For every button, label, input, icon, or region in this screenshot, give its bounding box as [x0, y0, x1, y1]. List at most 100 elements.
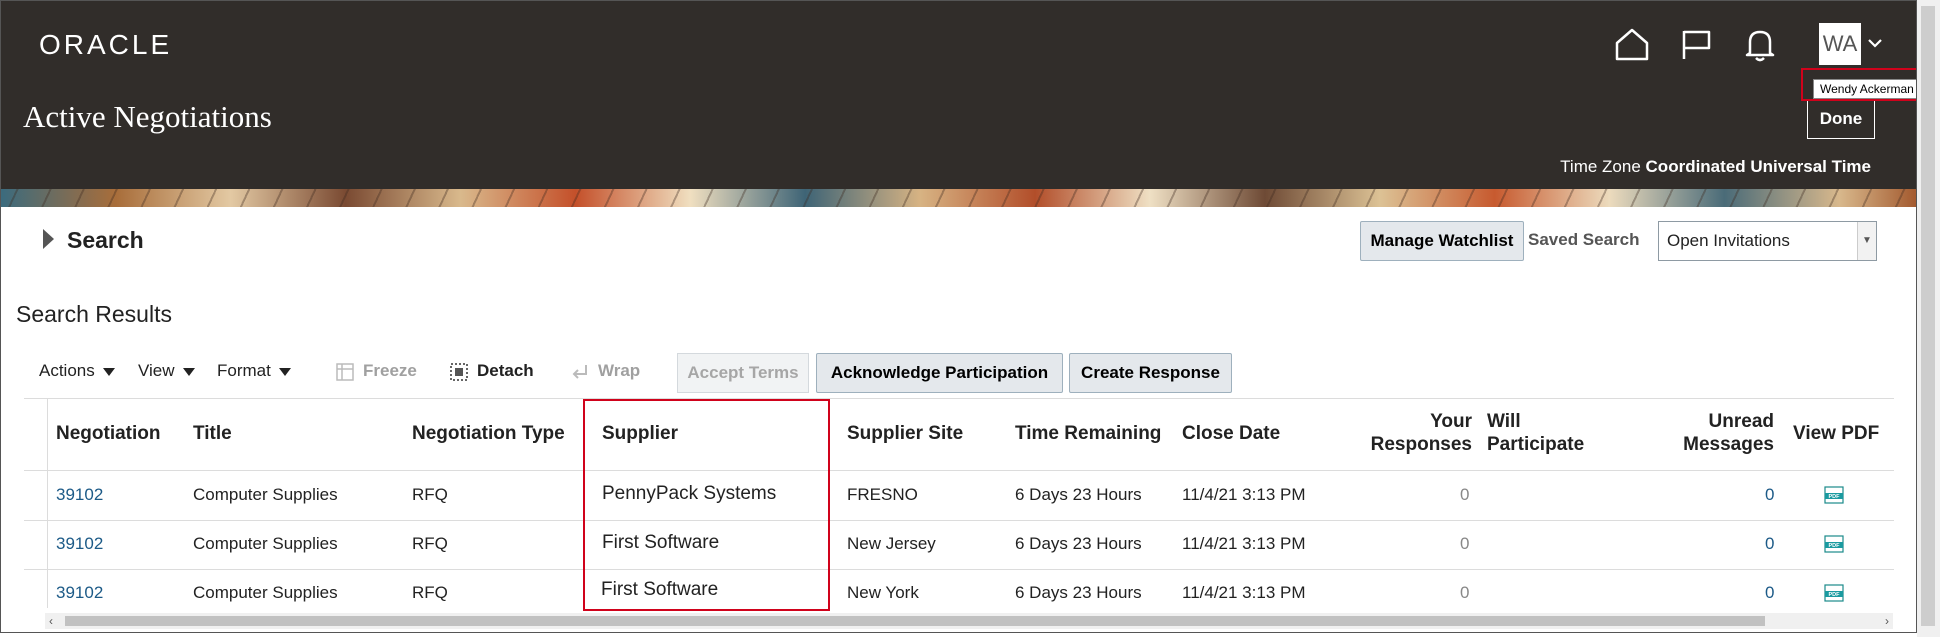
page-title: Active Negotiations — [23, 99, 272, 134]
cell-type: RFQ — [412, 485, 448, 504]
column-header-negotiation[interactable]: Negotiation — [56, 422, 161, 445]
cell-your-responses: 0 — [1460, 534, 1470, 553]
header-line: Responses — [1370, 434, 1472, 455]
column-header-title[interactable]: Title — [193, 422, 232, 445]
saved-search-select[interactable]: Open Invitations ▼ — [1658, 221, 1877, 261]
table-left-divider — [47, 398, 48, 608]
accept-terms-button[interactable]: Accept Terms — [677, 353, 809, 393]
header-line: Unread — [1708, 411, 1774, 432]
cell-your-responses: 0 — [1460, 485, 1470, 504]
cell-title: Computer Supplies — [193, 485, 338, 504]
view-label: View — [138, 361, 175, 380]
decorative-banner — [1, 189, 1916, 207]
column-header-unread-messages[interactable]: Unread Messages — [1611, 410, 1774, 456]
svg-text:PDF: PDF — [1829, 592, 1841, 598]
caret-down-icon — [182, 367, 195, 376]
oracle-logo[interactable]: ORACLE — [39, 29, 172, 61]
cell-close-date: 11/4/21 3:13 PM — [1182, 583, 1306, 602]
flag-icon[interactable] — [1675, 23, 1717, 65]
cell-supplier-site: FRESNO — [847, 485, 918, 504]
detach-icon — [450, 362, 468, 381]
cell-type: RFQ — [412, 534, 448, 553]
cell-supplier-site: New Jersey — [847, 534, 936, 553]
format-menu[interactable]: Format — [217, 361, 291, 381]
cell-title: Computer Supplies — [193, 583, 338, 602]
detach-label: Detach — [477, 361, 534, 380]
search-section-title[interactable]: Search — [67, 227, 144, 254]
pdf-icon[interactable]: PDF — [1824, 535, 1844, 553]
scroll-right-icon[interactable]: › — [1885, 613, 1889, 629]
row-divider — [24, 520, 1894, 521]
done-button[interactable]: Done — [1807, 99, 1875, 139]
pdf-icon[interactable]: PDF — [1824, 584, 1844, 602]
row-divider — [24, 569, 1894, 570]
global-header: ORACLE WA Active Negotiations Done Time … — [1, 1, 1916, 189]
timezone-display: Time Zone Coordinated Universal Time — [1560, 157, 1871, 177]
column-header-your-responses[interactable]: Your Responses — [1331, 410, 1472, 456]
freeze-button[interactable]: Freeze — [335, 361, 417, 382]
table-header-divider — [24, 470, 1894, 471]
svg-text:PDF: PDF — [1829, 543, 1841, 549]
header-line: Will — [1487, 411, 1521, 432]
unread-messages-link[interactable]: 0 — [1765, 583, 1774, 603]
cell-time-remaining: 6 Days 23 Hours — [1015, 534, 1142, 553]
unread-messages-link[interactable]: 0 — [1765, 534, 1774, 554]
cell-time-remaining: 6 Days 23 Hours — [1015, 583, 1142, 602]
cell-time-remaining: 6 Days 23 Hours — [1015, 485, 1142, 504]
timezone-value: Coordinated Universal Time — [1645, 157, 1871, 176]
caret-down-icon — [102, 367, 115, 376]
scrollbar-thumb[interactable] — [1921, 6, 1935, 626]
manage-watchlist-button[interactable]: Manage Watchlist — [1360, 221, 1524, 261]
home-icon[interactable] — [1611, 23, 1653, 65]
expand-triangle-icon[interactable] — [43, 229, 54, 249]
user-tooltip: Wendy Ackerman — [1813, 79, 1916, 99]
column-header-time-remaining[interactable]: Time Remaining — [1015, 422, 1161, 445]
pdf-icon[interactable]: PDF — [1824, 486, 1844, 504]
wrap-button[interactable]: Wrap — [570, 361, 640, 382]
header-line: Your — [1430, 411, 1472, 432]
column-header-negotiation-type[interactable]: Negotiation Type — [412, 422, 565, 445]
format-label: Format — [217, 361, 271, 380]
column-header-will-participate[interactable]: Will Participate — [1487, 410, 1584, 456]
bell-icon[interactable] — [1739, 23, 1781, 65]
unread-messages-link[interactable]: 0 — [1765, 485, 1774, 505]
cell-type: RFQ — [412, 583, 448, 602]
caret-down-icon — [278, 367, 291, 376]
column-header-close-date[interactable]: Close Date — [1182, 422, 1280, 445]
actions-menu[interactable]: Actions — [39, 361, 115, 381]
cell-title: Computer Supplies — [193, 534, 338, 553]
detach-button[interactable]: Detach — [449, 361, 534, 382]
header-line: Messages — [1683, 434, 1774, 455]
column-header-supplier-site[interactable]: Supplier Site — [847, 422, 963, 445]
acknowledge-participation-button[interactable]: Acknowledge Participation — [816, 353, 1063, 393]
freeze-label: Freeze — [363, 361, 417, 380]
horizontal-scrollbar[interactable]: ‹ › — [45, 613, 1893, 629]
vertical-scrollbar[interactable] — [1917, 0, 1940, 637]
cell-your-responses: 0 — [1460, 583, 1470, 602]
supplier-column-highlight — [583, 399, 830, 611]
negotiation-link[interactable]: 39102 — [56, 583, 103, 603]
column-header-view-pdf[interactable]: View PDF — [1793, 422, 1879, 445]
cell-supplier-site: New York — [847, 583, 919, 602]
create-response-button[interactable]: Create Response — [1069, 353, 1232, 393]
chevron-down-icon[interactable] — [1867, 37, 1883, 49]
scroll-left-icon[interactable]: ‹ — [49, 613, 53, 629]
freeze-icon — [336, 362, 354, 381]
wrap-label: Wrap — [598, 361, 641, 380]
cell-close-date: 11/4/21 3:13 PM — [1182, 534, 1306, 553]
saved-search-label: Saved Search — [1528, 230, 1640, 249]
view-menu[interactable]: View — [138, 361, 195, 381]
actions-label: Actions — [39, 361, 95, 380]
cell-close-date: 11/4/21 3:13 PM — [1182, 485, 1306, 504]
chevron-down-icon[interactable]: ▼ — [1857, 222, 1876, 260]
timezone-label: Time Zone — [1560, 157, 1641, 176]
negotiation-link[interactable]: 39102 — [56, 485, 103, 505]
saved-search-value: Open Invitations — [1667, 231, 1790, 250]
negotiation-link[interactable]: 39102 — [56, 534, 103, 554]
user-avatar[interactable]: WA — [1819, 23, 1861, 65]
table-border-top — [24, 398, 1894, 399]
wrap-icon — [572, 364, 587, 379]
search-results-title: Search Results — [16, 301, 172, 327]
svg-text:PDF: PDF — [1829, 494, 1841, 500]
scrollbar-thumb[interactable] — [65, 616, 1765, 626]
